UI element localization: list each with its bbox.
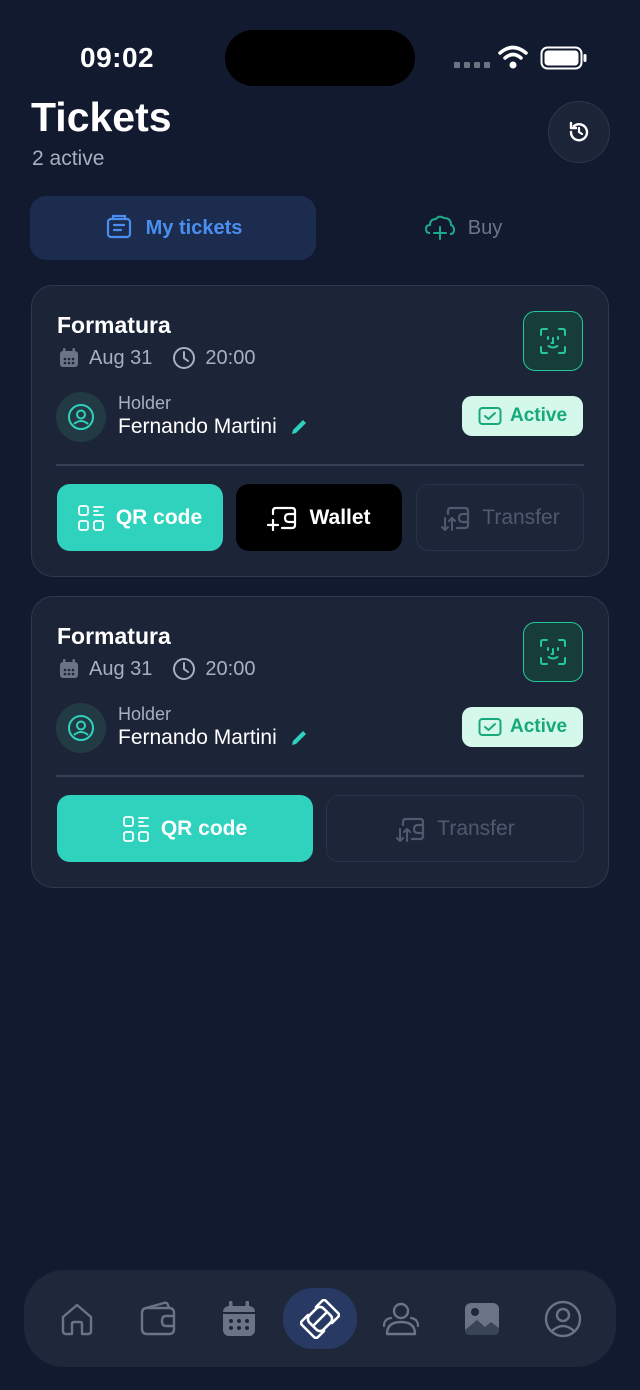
people-icon xyxy=(382,1302,420,1335)
transfer-icon xyxy=(396,817,425,842)
user-circle-icon xyxy=(68,404,94,430)
active-count: 2 active xyxy=(32,147,105,170)
ticket-link-icon xyxy=(300,1298,340,1339)
nav-profile[interactable] xyxy=(526,1288,600,1349)
event-meta: Aug 31 20:00 xyxy=(58,346,255,370)
edit-pencil-icon[interactable] xyxy=(289,728,309,748)
holder-name: Fernando Martini xyxy=(118,415,309,439)
qr-code-icon xyxy=(77,504,104,531)
profile-icon xyxy=(544,1300,582,1337)
cart-plus-icon xyxy=(424,215,455,240)
ticket-check-icon xyxy=(478,407,502,425)
nav-home[interactable] xyxy=(40,1288,114,1349)
event-date: Aug 31 xyxy=(89,657,153,680)
holder-label: Holder xyxy=(118,393,172,413)
wallet-label: Wallet xyxy=(309,505,371,529)
ticket-card: Formatura Aug 31 20:00 Holder Fernando M… xyxy=(31,285,609,577)
qr-code-button[interactable]: QR code xyxy=(57,484,223,551)
nav-calendar[interactable] xyxy=(202,1288,276,1349)
transfer-button[interactable]: Transfer xyxy=(416,484,584,551)
ticket-card: Formatura Aug 31 20:00 Holder Fernando M… xyxy=(31,596,609,888)
clock-icon xyxy=(173,658,196,680)
status-label: Active xyxy=(509,405,568,426)
edit-pencil-icon[interactable] xyxy=(289,417,309,437)
calendar-icon xyxy=(60,659,78,678)
ticket-icon xyxy=(106,214,131,239)
qr-code-label: QR code xyxy=(160,816,248,840)
holder-name: Fernando Martini xyxy=(118,726,309,750)
page-title: Tickets xyxy=(31,94,172,140)
battery-icon xyxy=(540,46,587,70)
wallet-add-icon xyxy=(267,506,297,531)
status-label: Active xyxy=(509,716,568,737)
nav-gallery[interactable] xyxy=(445,1288,519,1349)
event-time: 20:00 xyxy=(205,346,256,369)
wallet-icon xyxy=(140,1301,176,1335)
calendar-icon xyxy=(60,348,78,367)
nav-people[interactable] xyxy=(364,1288,438,1349)
face-scan-button[interactable] xyxy=(523,622,583,682)
tab-my-tickets-label: My tickets xyxy=(145,216,243,239)
tab-buy-label: Buy xyxy=(467,216,503,239)
card-divider xyxy=(56,464,584,466)
calendar-icon xyxy=(223,1300,255,1336)
status-badge: Active xyxy=(462,396,583,436)
face-scan-icon xyxy=(540,639,566,665)
event-date: Aug 31 xyxy=(89,346,153,369)
user-circle-icon xyxy=(68,715,94,741)
tab-my-tickets[interactable]: My tickets xyxy=(30,196,316,260)
event-time: 20:00 xyxy=(205,657,256,680)
transfer-icon xyxy=(441,506,470,531)
holder-name-text: Fernando Martini xyxy=(118,415,277,438)
holder-label: Holder xyxy=(118,704,172,724)
transfer-label: Transfer xyxy=(437,816,515,840)
face-scan-icon xyxy=(540,328,566,354)
refresh-icon xyxy=(569,121,589,142)
cellular-signal-icon xyxy=(454,62,490,68)
event-title: Formatura xyxy=(57,312,171,338)
qr-code-icon xyxy=(122,815,149,842)
gallery-icon xyxy=(465,1302,499,1335)
refresh-button[interactable] xyxy=(548,101,610,163)
wifi-icon xyxy=(498,45,528,69)
event-title: Formatura xyxy=(57,623,171,649)
holder-name-text: Fernando Martini xyxy=(118,726,277,749)
nav-wallet[interactable] xyxy=(121,1288,195,1349)
face-scan-button[interactable] xyxy=(523,311,583,371)
status-badge: Active xyxy=(462,707,583,747)
holder-avatar xyxy=(56,392,106,442)
status-bar: 09:02 xyxy=(0,0,640,100)
ticket-check-icon xyxy=(478,718,502,736)
card-divider xyxy=(56,775,584,777)
ticket-tabs: My tickets Buy xyxy=(30,196,610,260)
qr-code-button[interactable]: QR code xyxy=(57,795,313,862)
bottom-nav xyxy=(24,1270,616,1367)
tab-buy[interactable]: Buy xyxy=(316,196,610,260)
transfer-button[interactable]: Transfer xyxy=(326,795,584,862)
clock-icon xyxy=(173,347,196,369)
status-time: 09:02 xyxy=(80,42,155,73)
home-icon xyxy=(61,1303,93,1335)
wallet-button[interactable]: Wallet xyxy=(236,484,402,551)
event-meta: Aug 31 20:00 xyxy=(58,657,255,681)
transfer-label: Transfer xyxy=(482,505,560,529)
holder-avatar xyxy=(56,703,106,753)
nav-tickets[interactable] xyxy=(283,1288,357,1349)
qr-code-label: QR code xyxy=(115,505,203,529)
dynamic-island xyxy=(225,30,415,86)
